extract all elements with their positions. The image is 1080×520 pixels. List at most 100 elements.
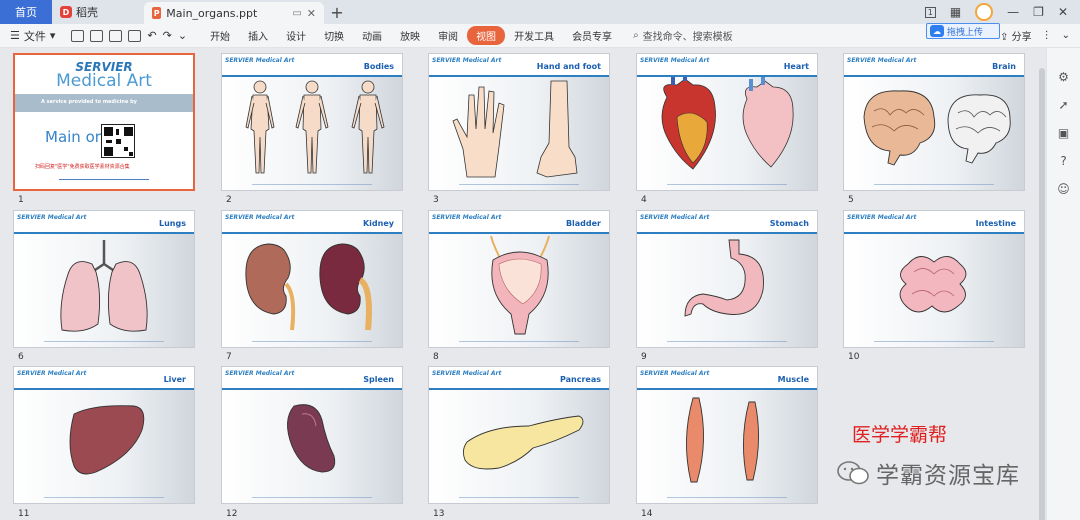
- spleen-illustration: [287, 404, 336, 473]
- slide-thumbnail-6[interactable]: SERVIER Medical Art Lungs: [13, 210, 195, 348]
- slide-number: 8: [433, 352, 439, 362]
- print-preview-icon[interactable]: [128, 29, 142, 42]
- hand-foot-illustration: [452, 80, 578, 178]
- cloud-upload-icon: ☁: [930, 25, 944, 37]
- title-slide-heading: Main or: [45, 128, 101, 146]
- title-bar: 首页 D 稻壳 P Main_organs.ppt ▭ ✕ + 1 ▦ — ❐ …: [0, 0, 1080, 24]
- close-tab-icon[interactable]: ✕: [307, 7, 316, 20]
- share-icon: ⇪: [1000, 32, 1009, 43]
- menu-design[interactable]: 设计: [277, 26, 315, 45]
- chevron-down-icon: ▾: [49, 29, 56, 42]
- slide-title: Spleen: [363, 375, 394, 384]
- qr-code-icon: [101, 124, 135, 158]
- slide-thumbnail-9[interactable]: SERVIER Medical Art Stomach: [636, 210, 818, 348]
- daoke-logo-icon: D: [60, 6, 72, 18]
- slide-number: 12: [226, 509, 238, 519]
- menu-review[interactable]: 审阅: [429, 26, 467, 45]
- help-icon[interactable]: ?: [1057, 154, 1071, 168]
- robot-icon[interactable]: ☺: [1057, 182, 1071, 196]
- slide-title: Brain: [992, 62, 1016, 71]
- slide-number: 14: [641, 509, 653, 519]
- share-button[interactable]: ⇪ 分享: [1000, 28, 1032, 43]
- slide-title: Muscle: [777, 375, 809, 384]
- slide-number: 1: [18, 195, 24, 205]
- window-mode-icon[interactable]: ▭: [292, 8, 301, 19]
- menu-animation[interactable]: 动画: [353, 26, 391, 45]
- slide-number: 4: [641, 195, 647, 205]
- slide-number: 7: [226, 352, 232, 362]
- avatar[interactable]: [975, 3, 994, 21]
- lungs-illustration: [60, 240, 148, 332]
- slide-number: 6: [18, 352, 24, 362]
- wechat-icon: [837, 461, 869, 485]
- menu-view[interactable]: 视图: [467, 26, 506, 45]
- slide-thumbnail-3[interactable]: SERVIER Medical Art Hand and foot: [428, 53, 610, 191]
- promo-note: 扫码回复"医学"免费获取医学素材资源合集: [35, 164, 130, 170]
- menu-start[interactable]: 开始: [201, 26, 239, 45]
- slide-thumbnail-8[interactable]: SERVIER Medical Art Bladder: [428, 210, 610, 348]
- page-indicator[interactable]: 1: [924, 6, 936, 18]
- drag-upload-button[interactable]: ☁ 拖拽上传: [926, 23, 1000, 39]
- export-icon[interactable]: [90, 29, 104, 42]
- command-search[interactable]: ⌕ 查找命令、搜索模板: [633, 28, 733, 43]
- more-icon[interactable]: ⋮: [1042, 30, 1052, 41]
- pointer-icon[interactable]: ➚: [1057, 98, 1071, 112]
- slide-thumbnail-2[interactable]: SERVIER Medical Art Bodies: [221, 53, 403, 191]
- slide-thumbnail-13[interactable]: SERVIER Medical Art Pancreas: [428, 366, 610, 504]
- wechat-watermark: 学霸资源宝库: [836, 456, 1020, 490]
- bladder-illustration: [490, 235, 550, 335]
- liver-illustration: [69, 405, 145, 475]
- menu-transition[interactable]: 切换: [315, 26, 353, 45]
- file-menu[interactable]: ☰ 文件 ▾: [10, 28, 55, 44]
- tab-daoke[interactable]: D 稻壳: [52, 0, 144, 24]
- muscle-illustration: [686, 397, 760, 483]
- medical-art-text: Medical Art: [56, 71, 152, 91]
- bodies-illustration: [245, 80, 385, 174]
- sliders-icon[interactable]: ⚙: [1057, 70, 1071, 84]
- pancreas-illustration: [462, 415, 584, 470]
- new-tab-button[interactable]: +: [324, 0, 350, 24]
- minimize-icon[interactable]: —: [1007, 5, 1019, 19]
- slide-title: Kidney: [362, 219, 394, 228]
- watermark-text: 医学学霸帮: [852, 424, 948, 446]
- slide-thumbnail-12[interactable]: SERVIER Medical Art Spleen: [221, 366, 403, 504]
- restore-icon[interactable]: ❐: [1033, 5, 1044, 19]
- slide-number: 13: [433, 509, 445, 519]
- more-chevron-icon[interactable]: ⌄: [178, 29, 187, 42]
- menu-member[interactable]: 会员专享: [563, 26, 621, 45]
- print-icon[interactable]: [109, 29, 123, 42]
- tab-document[interactable]: P Main_organs.ppt ▭ ✕: [144, 2, 324, 24]
- vertical-scrollbar[interactable]: [1038, 52, 1046, 520]
- slide-thumbnail-14[interactable]: SERVIER Medical Art Muscle: [636, 366, 818, 504]
- transition-icon[interactable]: ▣: [1057, 126, 1071, 140]
- slide-number: 5: [848, 195, 854, 205]
- slide-number: 2: [226, 195, 232, 205]
- ppt-file-icon: P: [152, 7, 162, 19]
- slide-number: 3: [433, 195, 439, 205]
- tab-home[interactable]: 首页: [0, 0, 52, 24]
- scrollbar-thumb[interactable]: [1039, 68, 1045, 520]
- grid-icon[interactable]: ▦: [950, 5, 961, 19]
- slide-thumbnail-5[interactable]: SERVIER Medical Art Brain: [843, 53, 1025, 191]
- slide-thumbnail-4[interactable]: SERVIER Medical Art Heart: [636, 53, 818, 191]
- menu-slideshow[interactable]: 放映: [391, 26, 429, 45]
- menu-developer[interactable]: 开发工具: [505, 26, 563, 45]
- menu-insert[interactable]: 插入: [239, 26, 277, 45]
- close-window-icon[interactable]: ✕: [1058, 5, 1068, 19]
- undo-icon[interactable]: ↶: [147, 29, 156, 42]
- collapse-ribbon-icon[interactable]: ⌄: [1062, 30, 1070, 41]
- slide-number: 11: [18, 509, 30, 519]
- slide-number: 10: [848, 352, 860, 362]
- save-icon[interactable]: [71, 29, 85, 42]
- brain-illustration: [863, 90, 1011, 166]
- intestine-illustration: [899, 256, 967, 313]
- slide-title: Bladder: [565, 219, 601, 228]
- hamburger-icon: ☰: [10, 29, 20, 42]
- redo-icon[interactable]: ↷: [163, 29, 172, 42]
- slide-thumbnail-1[interactable]: SERVIER Medical Art A service provided t…: [13, 53, 195, 191]
- slide-title: Intestine: [975, 219, 1016, 228]
- slide-thumbnail-10[interactable]: SERVIER Medical Art Intestine: [843, 210, 1025, 348]
- slide-thumbnail-7[interactable]: SERVIER Medical Art Kidney: [221, 210, 403, 348]
- slide-thumbnail-11[interactable]: SERVIER Medical Art Liver: [13, 366, 195, 504]
- slide-title: Bodies: [363, 62, 394, 71]
